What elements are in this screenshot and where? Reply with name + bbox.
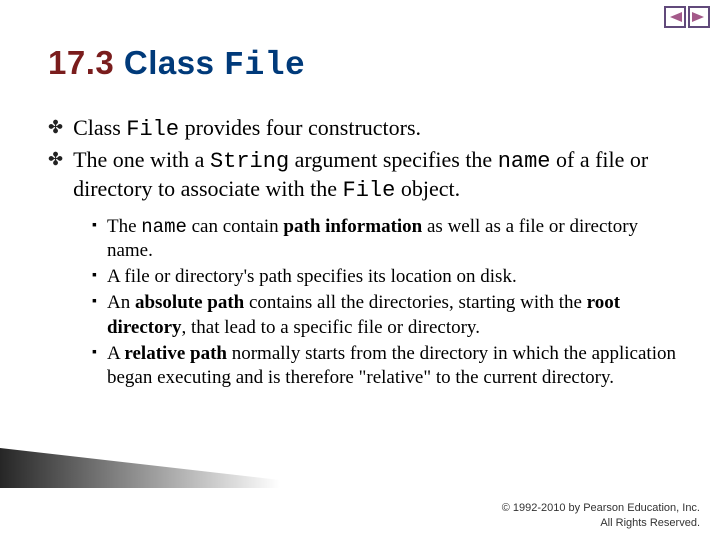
title-word: Class	[124, 44, 215, 81]
bullet-icon: ✤	[48, 150, 63, 168]
sub-list: ▪ The name can contain path information a…	[92, 215, 682, 391]
list-item: ▪ A file or directory's path specifies it…	[92, 265, 682, 289]
title-number: 17.3	[48, 44, 114, 81]
bullet-icon: ✤	[48, 118, 63, 136]
list-item-text: Class File provides four constructors.	[73, 114, 421, 144]
bullet-icon: ▪	[92, 346, 97, 360]
copyright-line1: © 1992-2010 by Pearson Education, Inc.	[502, 501, 700, 515]
bullet-icon: ▪	[92, 295, 97, 309]
list-item-text: The name can contain path information as…	[107, 215, 682, 264]
bullet-icon: ▪	[92, 219, 97, 233]
title-code: File	[224, 47, 305, 84]
list-item: ✤ Class File provides four constructors.	[48, 114, 682, 144]
nav-next-button[interactable]	[688, 6, 710, 28]
list-item: ✤ The one with a String argument specifie…	[48, 146, 682, 205]
nav-prev-button[interactable]	[664, 6, 686, 28]
slide-content: ✤Class File provides four constructors.✤…	[48, 114, 682, 393]
nav-buttons	[664, 6, 710, 28]
slide-title: 17.3 Class File	[48, 44, 305, 84]
list-item-text: The one with a String argument specifies…	[73, 146, 682, 205]
list-item: ▪ An absolute path contains all the direc…	[92, 291, 682, 340]
copyright-footer: © 1992-2010 by Pearson Education, Inc. A…	[502, 501, 700, 530]
decorative-shadow	[0, 448, 280, 488]
arrow-left-icon	[668, 11, 682, 23]
list-item: ▪ A relative path normally starts from th…	[92, 342, 682, 391]
list-item: ▪ The name can contain path information a…	[92, 215, 682, 264]
bullet-icon: ▪	[92, 269, 97, 283]
main-list: ✤Class File provides four constructors.✤…	[48, 114, 682, 205]
list-item-text: An absolute path contains all the direct…	[107, 291, 682, 340]
list-item-text: A relative path normally starts from the…	[107, 342, 682, 391]
list-item-text: A file or directory's path specifies its…	[107, 265, 517, 289]
arrow-right-icon	[692, 11, 706, 23]
copyright-line2: All Rights Reserved.	[502, 516, 700, 530]
